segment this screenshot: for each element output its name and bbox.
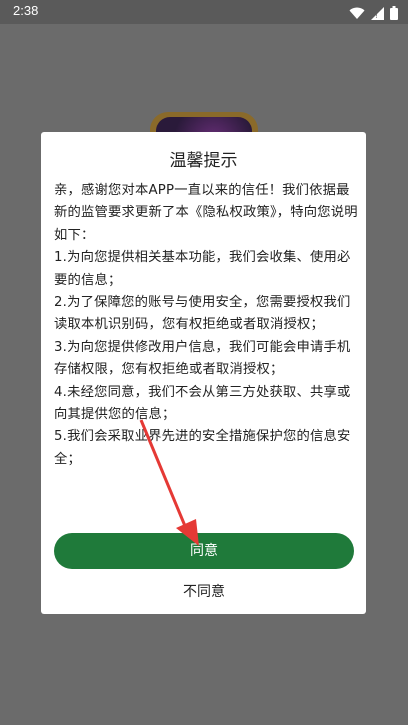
dialog-body: 亲，感谢您对本APP一直以来的信任！我们依据最新的监管要求更新了本《隐私权政策》… xyxy=(54,180,358,471)
battery-icon xyxy=(390,5,398,24)
policy-item-1: 1.为向您提供相关基本功能，我们会收集、使用必要的信息； xyxy=(54,250,351,288)
svg-text:!: ! xyxy=(375,12,378,20)
policy-intro: 亲，感谢您对本APP一直以来的信任！我们依据最新的监管要求更新了本《隐私权政策》… xyxy=(54,183,358,243)
disagree-button[interactable]: 不同意 xyxy=(54,578,354,606)
wifi-icon xyxy=(349,5,365,24)
policy-item-5: 5.我们会采取业界先进的安全措施保护您的信息安全； xyxy=(54,429,351,467)
dialog-title: 温馨提示 xyxy=(169,151,238,171)
status-bar: 2:38 ! xyxy=(0,0,408,24)
status-icons: ! xyxy=(349,5,398,24)
privacy-dialog: 温馨提示 亲，感谢您对本APP一直以来的信任！我们依据最新的监管要求更新了本《隐… xyxy=(41,132,366,614)
agree-button[interactable]: 同意 xyxy=(54,533,354,569)
cellular-signal-icon: ! xyxy=(371,5,384,24)
policy-item-4: 4.未经您同意，我们不会从第三方处获取、共享或向其提供您的信息； xyxy=(54,384,351,423)
policy-item-2: 2.为了保障您的账号与使用安全，您需要授权我们读取本机识别码，您有权拒绝或者取消… xyxy=(54,295,351,333)
status-time: 2:38 xyxy=(13,3,39,18)
policy-item-3: 3.为向您提供修改用户信息，我们可能会申请手机存储权限，您有权拒绝或者取消授权； xyxy=(54,339,351,378)
